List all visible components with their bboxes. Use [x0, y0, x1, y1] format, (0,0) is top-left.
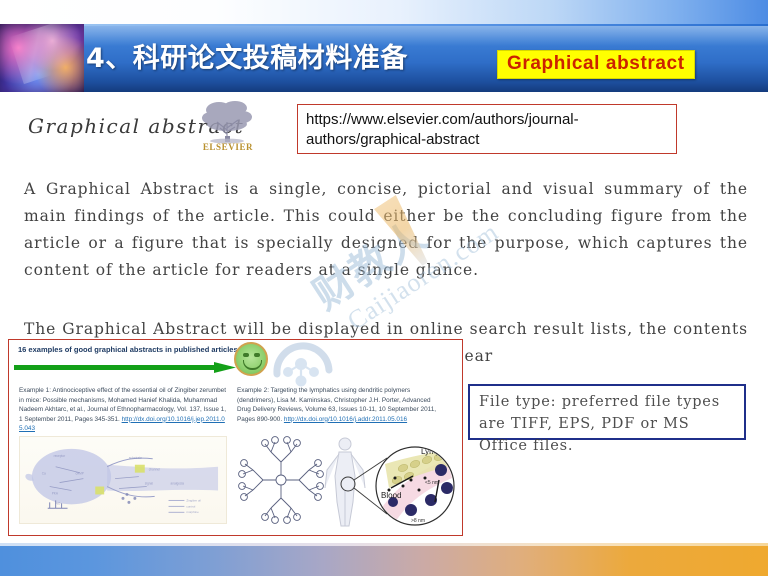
- svg-text:substrate: substrate: [129, 456, 142, 460]
- paragraph-definition: A Graphical Abstract is a single, concis…: [24, 180, 748, 279]
- page-title: 4、科研论文投稿材料准备: [86, 43, 408, 74]
- smiley-mouth: [243, 360, 262, 370]
- svg-text:Ca: Ca: [42, 472, 46, 476]
- svg-text:cAMP: cAMP: [75, 472, 83, 476]
- examples-heading: 16 examples of good graphical abstracts …: [18, 345, 238, 354]
- svg-text:>8 nm: >8 nm: [411, 518, 425, 524]
- elsevier-wordmark: ELSEVIER: [202, 142, 254, 152]
- example-2-block: Example 2: Targeting the lymphatics usin…: [237, 386, 445, 424]
- file-type-text: File type: preferred file types are TIFF…: [479, 394, 720, 454]
- svg-text:NO: NO: [56, 501, 61, 505]
- example-1-block: Example 1: Antinociceptive effect of the…: [19, 386, 227, 434]
- svg-text:Zingiber oil: Zingiber oil: [186, 498, 201, 502]
- slide-body: Graphical abstract ELSEVIER https://www.…: [0, 92, 768, 536]
- faded-molecule-logo-icon: [273, 342, 333, 387]
- footer-gradient-bar: [0, 546, 768, 576]
- thumbnail-highlight: [8, 21, 76, 85]
- neuron-synapse-diagram-icon: receptor Ca cAMP PKA NO substrate channe…: [19, 436, 227, 524]
- svg-text:Blood: Blood: [381, 491, 401, 500]
- elsevier-tree-logo-icon: ELSEVIER: [197, 98, 259, 160]
- green-right-arrow-icon: [14, 362, 236, 373]
- svg-text:control: control: [186, 504, 195, 508]
- svg-text:signal: signal: [145, 482, 154, 486]
- green-smiley-face-icon: [234, 342, 268, 376]
- smiley-eye-left: [243, 353, 249, 357]
- neuron-svg: receptor Ca cAMP PKA NO substrate channe…: [25, 448, 219, 514]
- file-type-callout-box: File type: preferred file types are TIFF…: [468, 384, 746, 454]
- header-badge: Graphical abstract: [497, 50, 695, 79]
- url-callout-box: https://www.elsevier.com/authors/journal…: [297, 104, 677, 154]
- svg-text:channel: channel: [149, 468, 160, 472]
- top-gradient-strip: [0, 0, 768, 26]
- tree-svg: [202, 101, 252, 144]
- abstract-photo-thumbnail-icon: [0, 21, 84, 94]
- svg-text:analgesia: analgesia: [171, 482, 185, 486]
- elsevier-url-text[interactable]: https://www.elsevier.com/authors/journal…: [306, 110, 668, 150]
- svg-text:morphine: morphine: [186, 510, 199, 514]
- svg-text:receptor: receptor: [54, 454, 66, 458]
- dendrimer-lymphatic-diagram-icon: Lymph Blood <5 nm >8 nm: [235, 430, 457, 530]
- example-2-doi-link[interactable]: http://dx.doi.org/10.1016/j.addr.2011.05…: [284, 416, 407, 423]
- slide-canvas: 4、科研论文投稿材料准备 Graphical abstract Graphica…: [0, 0, 768, 576]
- examples-screenshot-box: 16 examples of good graphical abstracts …: [8, 339, 463, 536]
- svg-text:PKA: PKA: [52, 491, 59, 495]
- svg-text:<5 nm: <5 nm: [425, 480, 439, 486]
- dendrimer-svg: Lymph Blood <5 nm >8 nm: [238, 436, 455, 527]
- smiley-eye-right: [254, 353, 260, 357]
